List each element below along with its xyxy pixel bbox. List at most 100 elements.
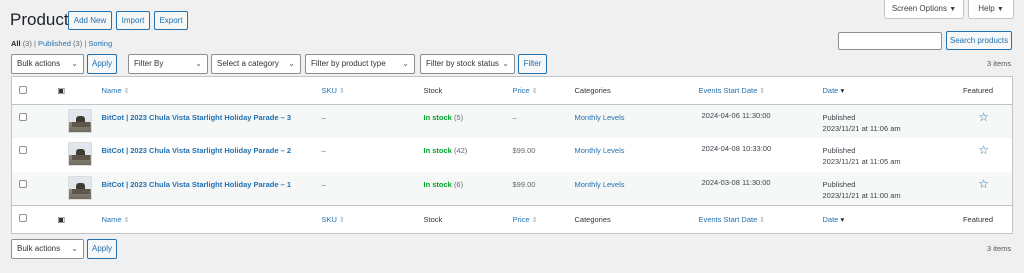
- star-icon[interactable]: ☆: [978, 177, 989, 191]
- table-footer-row: ▣ Name ⇕ SKU ⇕ Stock Price ⇕ Categories …: [11, 205, 1013, 233]
- export-button[interactable]: Export: [154, 11, 188, 30]
- table-row: BitCot | 2023 Chula Vista Starlight Holi…: [11, 104, 1013, 138]
- filter-button[interactable]: Filter: [518, 54, 547, 74]
- filter-by-value: Filter By: [134, 59, 164, 68]
- column-events-start-date[interactable]: Events Start Date: [699, 86, 758, 95]
- sort-icon: ⇕: [531, 88, 538, 95]
- sort-icon: ⇕: [339, 88, 345, 95]
- chevron-down-icon: ⌄: [71, 244, 78, 253]
- category-link[interactable]: Monthly Levels: [575, 146, 625, 155]
- product-thumbnail[interactable]: [67, 175, 92, 200]
- items-count-bottom: 3 items: [987, 244, 1012, 253]
- post-date: 2023/11/21 at 11:05 am: [822, 157, 901, 166]
- column-events-start-date[interactable]: Events Start Date: [699, 215, 758, 224]
- column-categories: Categories: [574, 214, 611, 224]
- column-name[interactable]: Name: [102, 215, 122, 224]
- import-button[interactable]: Import: [116, 11, 150, 30]
- help-label: Help: [978, 4, 995, 13]
- post-status: Published: [822, 113, 856, 122]
- product-thumbnail[interactable]: [67, 142, 92, 166]
- select-all-checkbox[interactable]: [19, 85, 27, 94]
- sort-icon: ⇕: [759, 88, 766, 95]
- add-new-button[interactable]: Add New: [68, 11, 112, 30]
- product-thumbnail[interactable]: [67, 109, 92, 133]
- select-all-checkbox[interactable]: [19, 214, 27, 222]
- search-products-button[interactable]: Search products: [946, 31, 1012, 50]
- search-input[interactable]: [838, 32, 942, 50]
- event-start-date: 2024-04-06 11:30:00: [701, 111, 771, 120]
- category-select[interactable]: Select a category ⌄: [211, 54, 301, 74]
- view-published[interactable]: Published: [38, 39, 71, 48]
- table-header-row: ▣ Name ⇕ SKU ⇕ Stock Price ⇕ Categories …: [11, 77, 1013, 105]
- row-price: $99.00: [512, 146, 536, 155]
- bulk-apply-button-bottom[interactable]: Apply: [87, 239, 117, 259]
- column-price[interactable]: Price: [513, 215, 530, 224]
- column-date[interactable]: Date: [823, 86, 839, 95]
- items-count-top: 3 items: [987, 59, 1012, 68]
- view-all-count: (3): [22, 39, 32, 48]
- post-date: 2023/11/21 at 11:00 am: [822, 190, 901, 200]
- chevron-down-icon: ▼: [949, 6, 957, 13]
- product-type-value: Filter by product type: [311, 59, 386, 68]
- column-sku[interactable]: SKU: [322, 86, 337, 95]
- chevron-down-icon: ⌄: [502, 59, 509, 68]
- post-date: 2023/11/21 at 11:06 am: [822, 124, 901, 133]
- row-checkbox[interactable]: [19, 146, 27, 154]
- view-separator: |: [84, 39, 87, 48]
- column-sku[interactable]: SKU: [322, 215, 337, 224]
- product-type-select[interactable]: Filter by product type ⌄: [305, 54, 415, 74]
- sort-icon: ⇕: [123, 88, 130, 95]
- sort-desc-icon: ▾: [840, 86, 845, 95]
- sort-icon: ⇕: [339, 216, 345, 224]
- stock-status-value: Filter by stock status: [426, 59, 499, 68]
- filter-by-select[interactable]: Filter By ⌄: [128, 54, 208, 74]
- stock-qty: (5): [453, 113, 464, 122]
- bulk-apply-button[interactable]: Apply: [87, 54, 117, 74]
- column-stock: Stock: [423, 214, 443, 224]
- products-table: ▣ Name ⇕ SKU ⇕ Stock Price ⇕ Categories …: [11, 76, 1013, 234]
- products-screen: Products Add New Import Export Screen Op…: [0, 0, 1024, 273]
- star-icon[interactable]: ☆: [978, 110, 989, 124]
- column-name[interactable]: Name: [102, 86, 122, 95]
- screen-options-label: Screen Options: [891, 4, 947, 13]
- stock-status: In stock: [423, 179, 452, 189]
- stock-status: In stock: [423, 146, 452, 155]
- view-all[interactable]: All: [11, 39, 21, 48]
- bulk-actions-value: Bulk actions: [17, 59, 61, 68]
- product-name-link[interactable]: BitCot | 2023 Chula Vista Starlight Holi…: [102, 146, 292, 155]
- help-button[interactable]: Help ▼: [968, 0, 1014, 19]
- category-link[interactable]: Monthly Levels: [575, 180, 625, 189]
- row-checkbox[interactable]: [19, 179, 27, 188]
- column-featured: Featured: [962, 86, 993, 95]
- stock-status-select[interactable]: Filter by stock status ⌄: [420, 54, 515, 74]
- table-row: BitCot | 2023 Chula Vista Starlight Holi…: [12, 138, 1013, 172]
- chevron-down-icon: ⌄: [402, 59, 409, 68]
- product-name-link[interactable]: BitCot | 2023 Chula Vista Starlight Holi…: [102, 113, 292, 122]
- row-sku: –: [321, 146, 326, 155]
- post-status: Published: [822, 146, 856, 155]
- stock-qty: (42): [453, 146, 468, 155]
- sort-icon: ⇕: [123, 216, 130, 224]
- column-price[interactable]: Price: [513, 86, 530, 95]
- event-start-date: 2024-03-08 11:30:00: [701, 177, 771, 187]
- subsubsub-views: All (3) | Published (3) | Sorting: [11, 39, 112, 48]
- table-row: BitCot | 2023 Chula Vista Starlight Holi…: [11, 171, 1013, 205]
- category-link[interactable]: Monthly Levels: [575, 113, 625, 122]
- column-date[interactable]: Date: [823, 215, 839, 224]
- row-checkbox[interactable]: [19, 113, 27, 121]
- stock-qty: (6): [453, 179, 464, 189]
- screen-options-button[interactable]: Screen Options ▼: [884, 0, 964, 19]
- star-icon[interactable]: ☆: [978, 143, 989, 157]
- bulk-actions-select[interactable]: Bulk actions ⌄: [11, 54, 84, 74]
- product-name-link[interactable]: BitCot | 2023 Chula Vista Starlight Holi…: [102, 180, 292, 189]
- event-start-date: 2024-04-08 10:33:00: [701, 144, 772, 153]
- column-categories: Categories: [574, 86, 611, 95]
- bulk-actions-select-bottom[interactable]: Bulk actions ⌄: [11, 239, 84, 259]
- column-stock: Stock: [423, 86, 443, 95]
- view-sorting[interactable]: Sorting: [88, 39, 112, 48]
- view-published-count: (3): [73, 39, 83, 48]
- stock-status: In stock: [423, 113, 452, 122]
- chevron-down-icon: ⌄: [71, 59, 78, 68]
- category-value: Select a category: [217, 59, 279, 68]
- row-sku: –: [321, 113, 326, 122]
